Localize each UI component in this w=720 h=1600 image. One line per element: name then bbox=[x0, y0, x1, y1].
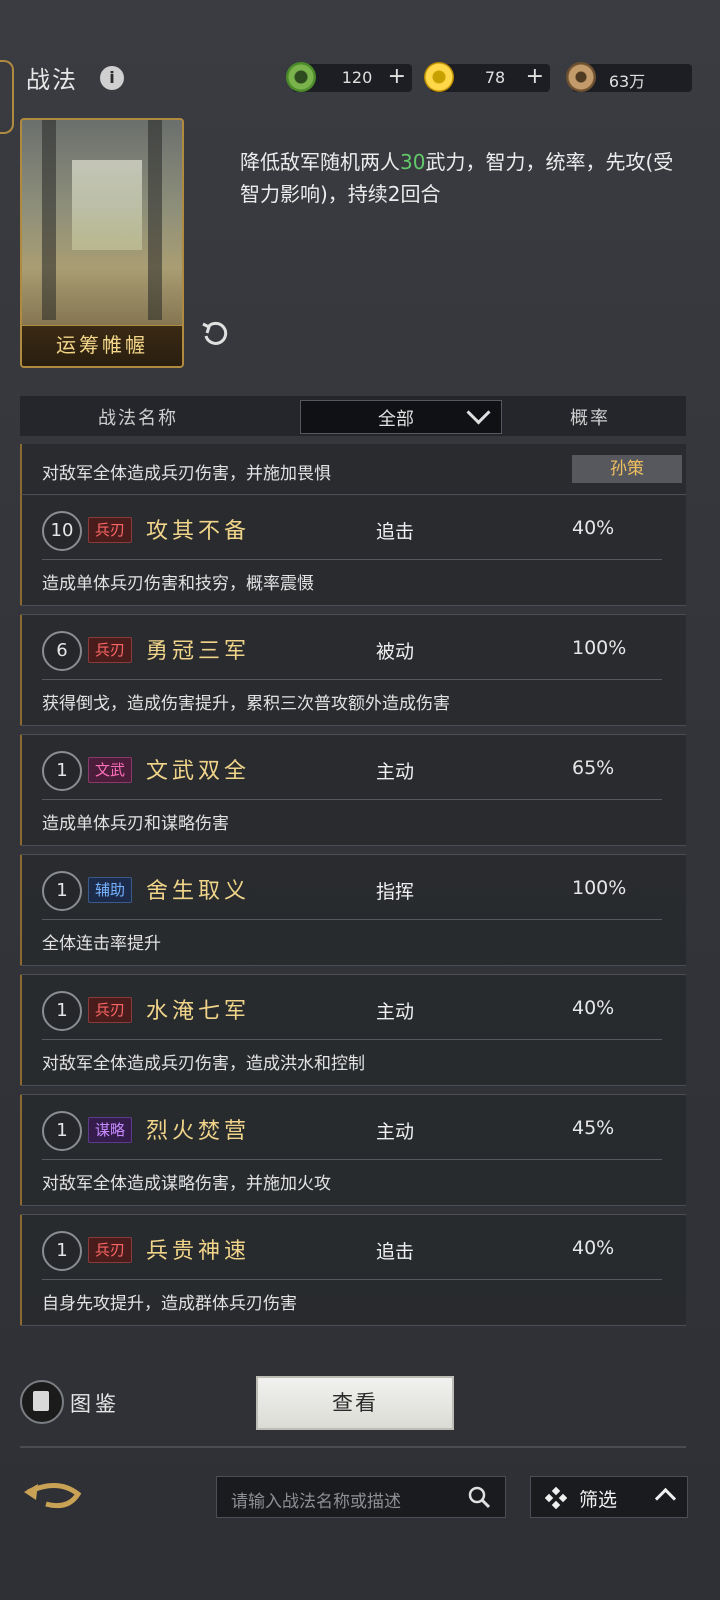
skill-desc: 全体连击率提升 bbox=[42, 934, 161, 954]
row-divider bbox=[42, 679, 662, 680]
row-divider bbox=[42, 799, 662, 800]
card-art-pillar bbox=[148, 120, 162, 320]
row-divider bbox=[42, 559, 662, 560]
skill-type-tag: 兵刃 bbox=[88, 517, 133, 543]
skill-name: 攻其不备 bbox=[146, 519, 251, 544]
skill-desc: 对敌军全体造成兵刃伤害，造成洪水和控制 bbox=[42, 1054, 365, 1074]
skill-category: 指挥 bbox=[376, 881, 415, 903]
skill-rate: 40% bbox=[572, 1237, 615, 1259]
list-item[interactable]: 1 文武 文武双全 主动 65% 造成单体兵刃和谋略伤害 bbox=[20, 734, 686, 846]
skill-rate: 100% bbox=[572, 637, 627, 659]
skill-type-tag: 兵刃 bbox=[88, 997, 133, 1023]
jade-coin-icon bbox=[286, 62, 316, 92]
skill-card-image[interactable]: 运筹帷幄 bbox=[20, 118, 184, 368]
info-icon[interactable]: i bbox=[100, 66, 124, 90]
codex-icon[interactable] bbox=[20, 1380, 64, 1424]
skill-category: 主动 bbox=[376, 1121, 415, 1143]
skill-level: 1 bbox=[42, 871, 82, 911]
add-jade-button[interactable]: + bbox=[388, 64, 406, 89]
skill-level: 1 bbox=[42, 1231, 82, 1271]
dropdown-value: 全部 bbox=[378, 409, 414, 430]
list-item[interactable]: 1 辅助 舍生取义 指挥 100% 全体连击率提升 bbox=[20, 854, 686, 966]
skill-rate: 65% bbox=[572, 757, 615, 779]
view-button[interactable]: 查看 bbox=[256, 1376, 454, 1430]
skill-rate: 40% bbox=[572, 517, 615, 539]
currency-copper: 63万 bbox=[566, 62, 692, 92]
search-field[interactable]: 请输入战法名称或描述 bbox=[216, 1476, 506, 1518]
chevron-up-icon bbox=[654, 1487, 677, 1510]
refresh-icon[interactable] bbox=[200, 318, 230, 348]
skill-name: 文武双全 bbox=[146, 759, 251, 784]
filter-button[interactable]: 筛选 bbox=[530, 1476, 688, 1518]
copper-coin-icon bbox=[566, 62, 596, 92]
skill-desc: 自身先攻提升，造成群体兵刃伤害 bbox=[42, 1294, 297, 1314]
skill-rate: 45% bbox=[572, 1117, 615, 1139]
left-frame-ornament bbox=[0, 60, 14, 134]
type-filter-dropdown[interactable]: 全部 bbox=[300, 400, 502, 434]
skill-description: 降低敌军随机两人30武力，智力，统率，先攻(受智力影响)，持续2回合 bbox=[240, 146, 680, 210]
search-icon[interactable] bbox=[467, 1485, 491, 1509]
list-item[interactable]: 对敌军全体造成兵刃伤害，并施加畏惧 孙策 bbox=[20, 444, 686, 496]
skill-category: 追击 bbox=[376, 1241, 415, 1263]
card-art-pillar bbox=[42, 120, 56, 320]
skill-name: 烈火焚营 bbox=[146, 1119, 251, 1144]
add-gold-button[interactable]: + bbox=[526, 64, 544, 89]
skill-level: 6 bbox=[42, 631, 82, 671]
search-placeholder: 请输入战法名称或描述 bbox=[231, 1492, 401, 1512]
owner-tag: 孙策 bbox=[572, 455, 682, 483]
page-title: 战法 bbox=[26, 66, 78, 94]
skill-type-tag: 文武 bbox=[88, 757, 133, 783]
list-item[interactable]: 1 兵刃 水淹七军 主动 40% 对敌军全体造成兵刃伤害，造成洪水和控制 bbox=[20, 974, 686, 1086]
skill-desc: 对敌军全体造成谋略伤害，并施加火攻 bbox=[42, 1174, 331, 1194]
row-divider bbox=[42, 1039, 662, 1040]
rate-column-header: 概率 bbox=[570, 408, 610, 429]
skill-desc: 造成单体兵刃伤害和技穷，概率震慑 bbox=[42, 574, 314, 594]
back-arrow-icon[interactable] bbox=[18, 1474, 84, 1518]
name-column-header: 战法名称 bbox=[98, 408, 178, 429]
skill-list[interactable]: 对敌军全体造成兵刃伤害，并施加畏惧 孙策 10 兵刃 攻其不备 追击 40% 造成单体兵刃… bbox=[20, 444, 686, 1352]
skill-category: 主动 bbox=[376, 761, 415, 783]
currency-jade: 120 + bbox=[286, 62, 412, 92]
row-divider bbox=[42, 919, 662, 920]
currency-value: 78 bbox=[484, 68, 506, 87]
skill-category: 追击 bbox=[376, 521, 415, 543]
skill-type-tag: 辅助 bbox=[88, 877, 133, 903]
skill-rate: 40% bbox=[572, 997, 615, 1019]
list-item[interactable]: 1 兵刃 兵贵神速 追击 40% 自身先攻提升，造成群体兵刃伤害 bbox=[20, 1214, 686, 1326]
skill-category: 主动 bbox=[376, 1001, 415, 1023]
skill-type-tag: 兵刃 bbox=[88, 637, 133, 663]
list-item[interactable]: 6 兵刃 勇冠三军 被动 100% 获得倒戈，造成伤害提升，累积三次普攻额外造成伤害 bbox=[20, 614, 686, 726]
desc-prefix: 降低敌军随机两人 bbox=[240, 150, 400, 174]
filter-icon bbox=[545, 1487, 567, 1509]
skill-name: 勇冠三军 bbox=[146, 639, 251, 664]
list-item[interactable]: 1 谋略 烈火焚营 主动 45% 对敌军全体造成谋略伤害，并施加火攻 bbox=[20, 1094, 686, 1206]
currency-value: 63万 bbox=[608, 72, 646, 91]
list-item[interactable]: 10 兵刃 攻其不备 追击 40% 造成单体兵刃伤害和技穷，概率震慑 bbox=[20, 494, 686, 606]
currency-gold: 78 + bbox=[424, 62, 550, 92]
skill-name: 兵贵神速 bbox=[146, 1239, 251, 1264]
skill-type-tag: 兵刃 bbox=[88, 1237, 133, 1263]
codex-label[interactable]: 图鉴 bbox=[70, 1388, 120, 1418]
skill-rate: 100% bbox=[572, 877, 627, 899]
skill-desc: 造成单体兵刃和谋略伤害 bbox=[42, 814, 229, 834]
skill-desc: 对敌军全体造成兵刃伤害，并施加畏惧 bbox=[42, 464, 331, 484]
skill-level: 1 bbox=[42, 751, 82, 791]
divider bbox=[20, 1446, 686, 1448]
card-art-window bbox=[72, 160, 142, 250]
row-divider bbox=[42, 1159, 662, 1160]
currency-value: 120 bbox=[341, 68, 373, 87]
desc-value: 30 bbox=[400, 150, 426, 174]
filter-label: 筛选 bbox=[579, 1489, 618, 1511]
row-divider bbox=[42, 1279, 662, 1280]
skill-level: 1 bbox=[42, 1111, 82, 1151]
skill-type-tag: 谋略 bbox=[88, 1117, 133, 1143]
skill-name: 水淹七军 bbox=[146, 999, 251, 1024]
skill-desc: 获得倒戈，造成伤害提升，累积三次普攻额外造成伤害 bbox=[42, 694, 450, 714]
skill-name: 舍生取义 bbox=[146, 879, 251, 904]
card-name: 运筹帷幄 bbox=[56, 333, 148, 357]
skill-level: 10 bbox=[42, 511, 82, 551]
skill-level: 1 bbox=[42, 991, 82, 1031]
skill-category: 被动 bbox=[376, 641, 415, 663]
gold-ingot-icon bbox=[424, 62, 454, 92]
